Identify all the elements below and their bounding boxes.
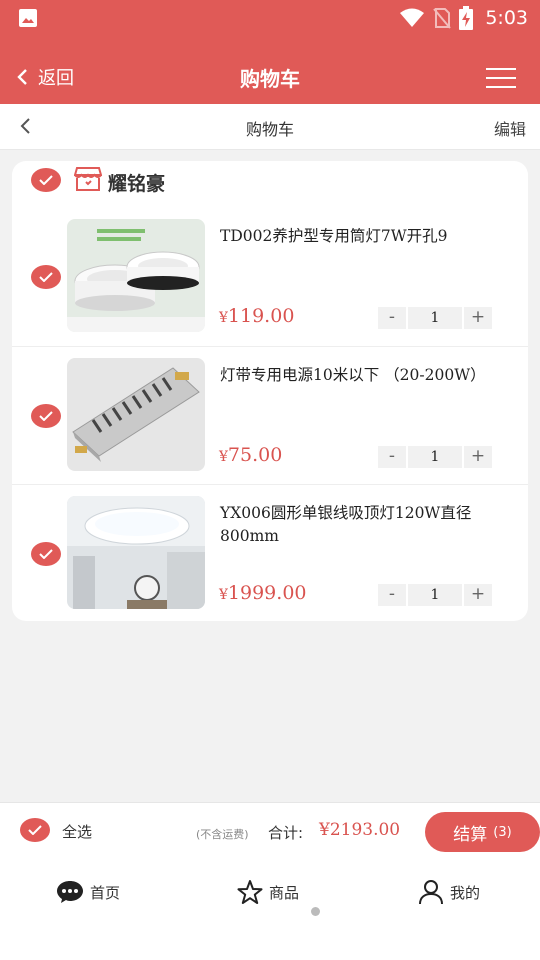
checkout-count: (3) <box>493 824 512 840</box>
increase-button[interactable]: + <box>464 584 492 606</box>
page-title: 购物车 <box>240 67 300 91</box>
increase-button[interactable]: + <box>464 307 492 329</box>
checkout-button[interactable]: 结算 (3) <box>425 812 540 852</box>
star-icon <box>237 880 263 904</box>
status-time: 5:03 <box>485 7 528 29</box>
image-notification-icon <box>19 9 37 27</box>
menu-button[interactable] <box>486 68 516 90</box>
checkout-label: 结算 <box>453 824 488 845</box>
cart-item: TD002养护型专用筒灯7W开孔9 ¥119.00 - 1 + <box>12 207 528 345</box>
product-image[interactable] <box>67 358 205 471</box>
chat-bubble-icon <box>57 881 83 903</box>
check-icon <box>39 272 53 282</box>
shop-row: 耀铭豪 <box>12 161 528 207</box>
total-amount: ¥2193.00 <box>319 820 401 840</box>
tab-home-label: 首页 <box>90 883 121 902</box>
sub-title: 购物车 <box>245 120 294 139</box>
product-name[interactable]: TD002养护型专用筒灯7W开孔9 <box>220 225 510 248</box>
status-bar: 5:03 <box>0 0 540 52</box>
sub-header: 购物车 编辑 <box>0 104 540 150</box>
product-price: ¥1999.00 <box>219 582 307 604</box>
item-checkbox[interactable] <box>31 265 61 289</box>
check-icon <box>39 411 53 421</box>
select-all-label[interactable]: 全选 <box>62 821 92 842</box>
scroll-indicator-dot <box>311 907 320 916</box>
shop-icon <box>74 167 102 191</box>
quantity-stepper: - 1 + <box>378 584 492 606</box>
hamburger-icon <box>486 68 516 70</box>
product-name[interactable]: YX006圆形单银线吸顶灯120W直径800mm <box>220 502 510 548</box>
increase-button[interactable]: + <box>464 446 492 468</box>
tab-bar: 首页 商品 我的 <box>0 860 540 960</box>
check-icon <box>39 549 53 559</box>
app-header: 返回 购物车 <box>0 52 540 104</box>
battery-charging-icon <box>459 6 474 30</box>
edit-button[interactable]: 编辑 <box>494 116 526 140</box>
cart-card: 耀铭豪 TD002养护型专用筒灯7W开孔9 ¥119.00 - 1 + 灯带专用… <box>12 161 528 621</box>
check-icon <box>28 825 42 835</box>
tab-home[interactable]: 首页 <box>56 878 120 906</box>
tab-goods-label: 商品 <box>269 883 300 902</box>
item-checkbox[interactable] <box>31 542 61 566</box>
no-sim-icon <box>433 8 452 29</box>
system-status: 5:03 <box>399 5 528 31</box>
checkout-bar: 全选 (不含运费) 合计: ¥2193.00 结算 (3) <box>0 802 540 860</box>
total-label: 合计: <box>268 824 304 842</box>
decrease-button[interactable]: - <box>378 584 406 606</box>
quantity-value[interactable]: 1 <box>408 584 462 606</box>
check-icon <box>39 175 53 185</box>
quantity-value[interactable]: 1 <box>408 307 462 329</box>
decrease-button[interactable]: - <box>378 446 406 468</box>
select-all-checkbox[interactable] <box>20 818 50 842</box>
decrease-button[interactable]: - <box>378 307 406 329</box>
quantity-value[interactable]: 1 <box>408 446 462 468</box>
tab-mine[interactable]: 我的 <box>418 878 480 906</box>
quantity-stepper: - 1 + <box>378 307 492 329</box>
tab-goods[interactable]: 商品 <box>237 878 299 906</box>
product-price: ¥119.00 <box>219 305 295 327</box>
cart-item: YX006圆形单银线吸顶灯120W直径800mm ¥1999.00 - 1 + <box>12 484 528 622</box>
quantity-stepper: - 1 + <box>378 446 492 468</box>
tab-mine-label: 我的 <box>450 883 481 902</box>
user-icon <box>419 880 443 905</box>
shop-name: 耀铭豪 <box>108 173 166 195</box>
product-name[interactable]: 灯带专用电源10米以下 （20-200W） <box>220 364 510 387</box>
product-image[interactable] <box>67 219 205 332</box>
cart-item: 灯带专用电源10米以下 （20-200W） ¥75.00 - 1 + <box>12 346 528 484</box>
wifi-icon <box>400 8 425 27</box>
product-price: ¥75.00 <box>219 444 283 466</box>
product-image[interactable] <box>67 496 205 609</box>
item-checkbox[interactable] <box>31 404 61 428</box>
shop-checkbox[interactable] <box>31 168 61 192</box>
shipping-note: (不含运费) <box>196 828 249 841</box>
